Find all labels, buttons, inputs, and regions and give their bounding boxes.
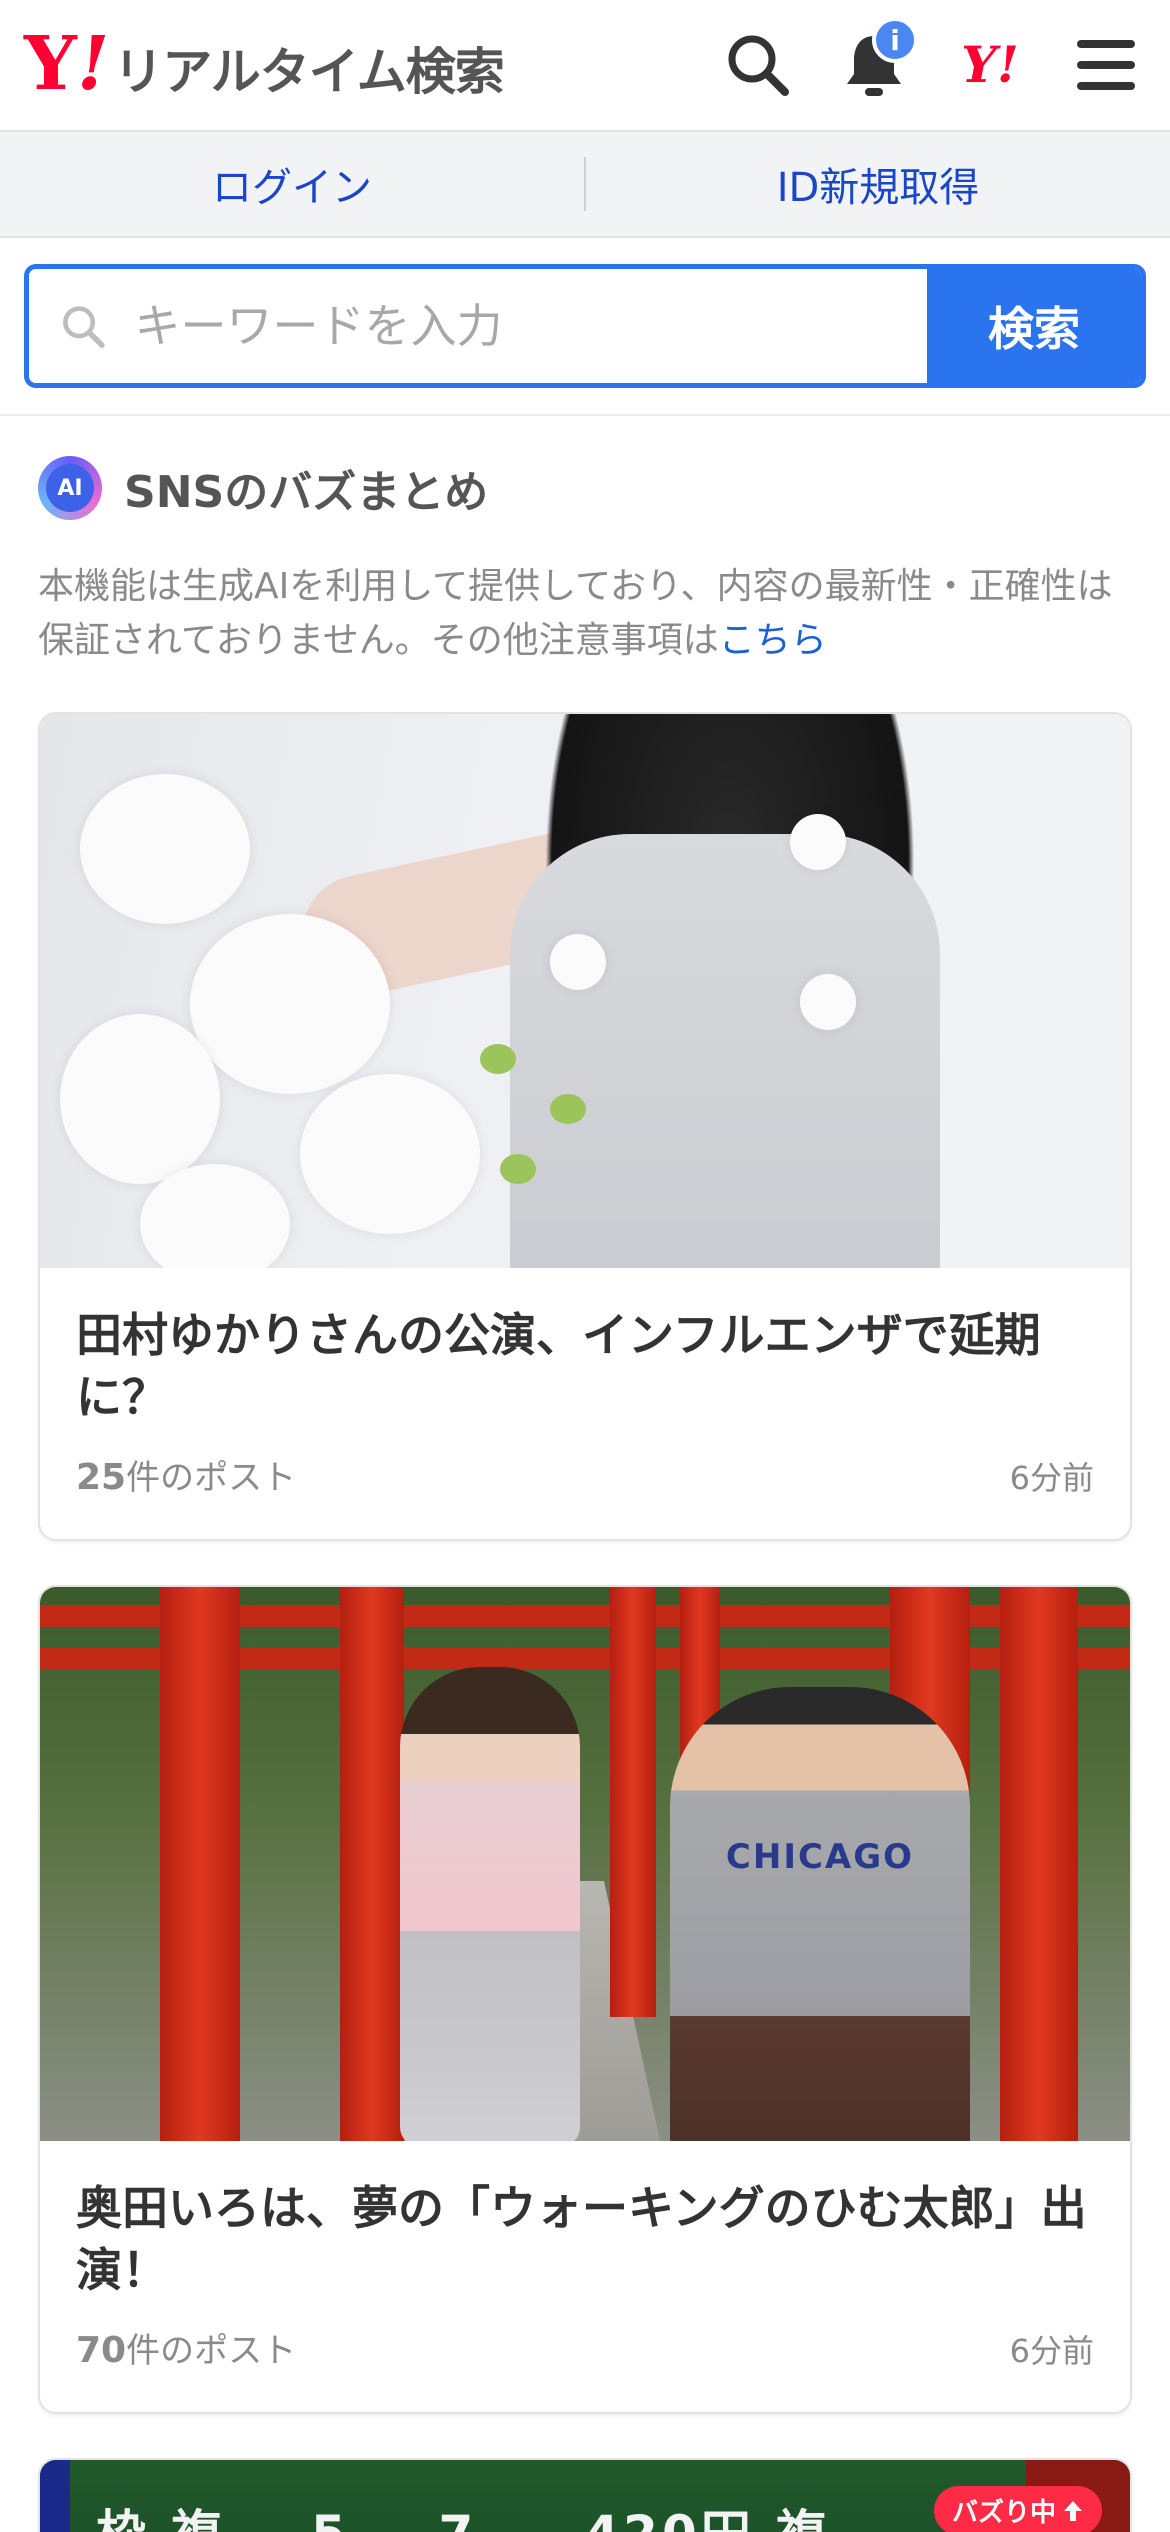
yahoo-home-icon[interactable]: Y! (950, 25, 1030, 105)
search-field[interactable] (29, 269, 927, 383)
search-icon[interactable] (718, 25, 798, 105)
post-count: 70件のポスト (76, 2330, 297, 2371)
register-link[interactable]: ID新規取得 (586, 155, 1170, 213)
logo-mark: Y (24, 20, 77, 107)
top-header: Y ! リアルタイム検索 i Y! (0, 0, 1170, 132)
card-title: 田村ゆかりさんの公演、インフルエンザで延期に？ (76, 1308, 1041, 1424)
ai-icon: AI (38, 456, 102, 520)
search-box: 検索 (24, 264, 1146, 388)
search-field-icon (63, 306, 105, 348)
notification-bell-icon[interactable]: i (834, 17, 918, 105)
menu-icon[interactable] (1066, 25, 1146, 105)
buzz-summary-section: AI SNSのバズまとめ 本機能は生成AIを利用して提供しており、内容の最新性・… (0, 456, 1170, 2532)
ai-badge-label: AI (46, 464, 94, 512)
login-link[interactable]: ログイン (0, 155, 584, 213)
notification-badge: i (872, 17, 918, 63)
yahoo-small-logo: Y! (961, 35, 1019, 94)
buzz-card[interactable]: CHICAGO 奥田いろは、夢の「ウォーキングのひむ太郎」出演！ 70件のポスト… (38, 1585, 1132, 2414)
disclaimer-text: 本機能は生成AIを利用して提供しており、内容の最新性・正確性は保証されておりませ… (38, 566, 1113, 661)
login-bar: ログイン ID新規取得 (0, 132, 1170, 238)
card-image: CHICAGO (40, 1587, 1130, 2141)
buzz-card[interactable]: 田村ゆかりさんの公演、インフルエンザで延期に？ 25件のポスト 6分前 (38, 712, 1132, 1541)
section-title: SNSのバズまとめ (124, 467, 489, 518)
card-image: 枠 複 5 − 7 420円 複 バズり中 (40, 2460, 1130, 2532)
section-header: AI SNSのバズまとめ (38, 456, 1132, 520)
search-button[interactable]: 検索 (927, 269, 1141, 383)
search-input[interactable] (134, 299, 927, 353)
search-area: 検索 (0, 238, 1170, 416)
trending-up-icon (1064, 2500, 1082, 2521)
logo-bang: ! (76, 20, 110, 107)
timestamp: 6分前 (1009, 2332, 1094, 2370)
disclaimer-link[interactable]: こちら (719, 620, 827, 661)
buzz-badge: バズり中 (933, 2486, 1102, 2532)
shirt-print: CHICAGO (725, 1837, 915, 1877)
service-name: リアルタイム検索 (113, 42, 504, 101)
buzz-card[interactable]: 枠 複 5 − 7 420円 複 バズり中 (38, 2458, 1132, 2532)
card-title: 奥田いろは、夢の「ウォーキングのひむ太郎」出演！ (76, 2181, 1087, 2297)
disclaimer: 本機能は生成AIを利用して提供しており、内容の最新性・正確性は保証されておりませ… (38, 560, 1132, 668)
yahoo-realtime-logo[interactable]: Y ! リアルタイム検索 (24, 20, 505, 107)
post-count: 25件のポスト (76, 1457, 297, 1498)
card-image (40, 714, 1130, 1268)
timestamp: 6分前 (1009, 1459, 1094, 1497)
scoreboard-text: 枠 複 5 − 7 420円 複 (96, 2494, 830, 2532)
